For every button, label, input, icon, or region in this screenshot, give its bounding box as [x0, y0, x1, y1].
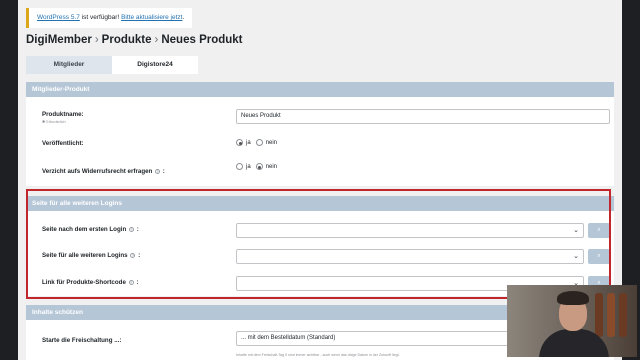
- breadcrumb-root: DigiMember: [26, 34, 92, 46]
- field-label: Verzicht aufs Widerrufsrecht erfragen ? …: [42, 168, 165, 175]
- radio-label: nein: [265, 139, 278, 146]
- radio-label: ja: [246, 139, 251, 146]
- field-label: Starte die Freischaltung ...:: [42, 337, 122, 344]
- panel-members-product: Mitglieder-Produkt Produktname: ✱ Erford…: [26, 82, 614, 186]
- update-link[interactable]: Bitte aktualisiere jetzt: [121, 14, 182, 21]
- webcam-overlay: [507, 285, 637, 357]
- unlock-hint: Inhalte mit dem Freischalt-Tag 0 sind im…: [236, 353, 400, 357]
- published-yes-radio[interactable]: [236, 139, 243, 146]
- notice-text: ist verfügbar!: [79, 14, 122, 21]
- guitar-shape: [595, 293, 603, 337]
- guitar-shape: [619, 293, 627, 337]
- withdrawal-yes-radio[interactable]: [236, 163, 243, 170]
- presenter-hair: [557, 291, 589, 305]
- notice-end: .: [182, 14, 185, 21]
- row-published: Veröffentlicht: ja nein: [26, 134, 614, 156]
- row-withdrawal: Verzicht aufs Widerrufsrecht erfragen ? …: [26, 160, 614, 182]
- withdrawal-no-radio[interactable]: [255, 163, 263, 170]
- guitar-shape: [607, 293, 615, 337]
- radio-label: nein: [265, 163, 278, 170]
- breadcrumb-separator: ›: [154, 34, 159, 46]
- breadcrumb: DigiMember › Produkte › Neues Produkt: [26, 34, 243, 46]
- tab-bar: Mitglieder Digistore24: [26, 56, 198, 74]
- breadcrumb-separator: ›: [94, 34, 99, 46]
- radio-group: ja nein: [236, 163, 277, 170]
- label-suffix: :: [162, 168, 165, 175]
- breadcrumb-current: Neues Produkt: [161, 34, 243, 46]
- field-label: Produktname: ✱ Erforderlich: [42, 111, 84, 124]
- radio-group: ja nein: [236, 139, 277, 146]
- radio-label: ja: [246, 163, 251, 170]
- update-notice: WordPress 5.7 ist verfügbar! Bitte aktua…: [26, 8, 193, 28]
- tab-digistore24[interactable]: Digistore24: [112, 56, 198, 74]
- breadcrumb-products: Produkte: [101, 34, 152, 46]
- label-text: Produktname:: [42, 111, 84, 118]
- field-label: Veröffentlicht:: [42, 140, 84, 147]
- tab-mitglieder[interactable]: Mitglieder: [26, 56, 112, 74]
- published-radios: ja nein: [236, 137, 277, 146]
- panel-title: Mitglieder-Produkt: [26, 82, 614, 97]
- row-product-name: Produktname: ✱ Erforderlich Neues Produk…: [26, 106, 614, 128]
- help-icon[interactable]: ?: [155, 168, 161, 174]
- withdrawal-radios: ja nein: [236, 161, 277, 170]
- required-hint: ✱ Erforderlich: [42, 120, 66, 124]
- product-name-input[interactable]: Neues Produkt: [236, 109, 610, 124]
- red-highlight-box: [26, 189, 611, 299]
- published-no-radio[interactable]: [255, 139, 263, 146]
- product-name-wrap: Neues Produkt: [236, 109, 610, 124]
- version-link[interactable]: WordPress 5.7: [37, 14, 80, 21]
- label-text: Verzicht aufs Widerrufsrecht erfragen: [42, 168, 153, 175]
